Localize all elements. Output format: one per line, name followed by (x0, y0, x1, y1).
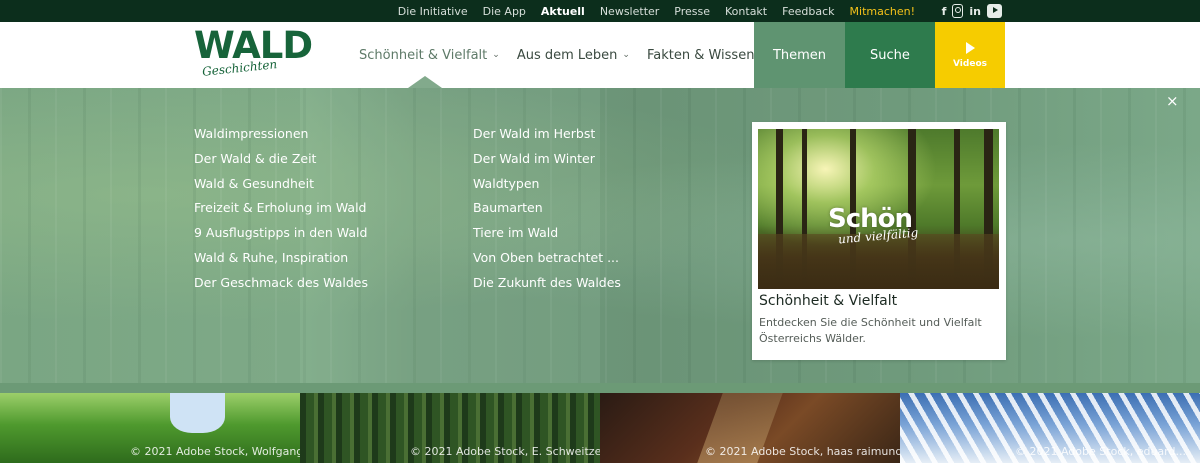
themen-button[interactable]: Themen (754, 22, 845, 88)
nav-label: Fakten & Wissen (646, 47, 755, 63)
utility-link-die-app[interactable]: Die App (483, 5, 526, 18)
mega-menu-bottom-edge (0, 383, 1200, 393)
image-tile-autumn-path[interactable]: © 2021 Adobe Stock, haas raimund (600, 393, 900, 463)
image-strip: © 2021 Adobe Stock, Wolfgang © 2021 Adob… (0, 393, 1200, 463)
utility-link-die-initiative[interactable]: Die Initiative (398, 5, 468, 18)
utility-link-aktuell[interactable]: Aktuell (541, 5, 585, 18)
image-credit: © 2021 Adobe Stock, Wolfgang (130, 445, 300, 458)
site-header: WALD Geschichten Schönheit & Vielfalt ⌄ … (0, 22, 1200, 88)
utility-nav: Die Initiative Die App Aktuell Newslette… (398, 0, 915, 22)
image-tile-green-forest[interactable]: © 2021 Adobe Stock, Wolfgang (0, 393, 300, 463)
menu-link-waldtypen[interactable]: Waldtypen (473, 176, 621, 201)
nav-schoenheit-vielfalt[interactable]: Schönheit & Vielfalt ⌄ (359, 48, 500, 63)
nav-aus-dem-leben[interactable]: Aus dem Leben ⌄ (517, 48, 630, 63)
image-tile-winter-forest[interactable]: © 2021 Adobe Stock, eduard... (900, 393, 1200, 463)
tile-sky (170, 393, 225, 433)
image-tile-dark-forest[interactable]: © 2021 Adobe Stock, E. Schweitzer (300, 393, 600, 463)
mega-menu-column-2: Der Wald im Herbst Der Wald im Winter Wa… (473, 126, 621, 300)
active-nav-pointer (408, 76, 442, 88)
site-logo[interactable]: WALD Geschichten (194, 24, 313, 85)
utility-link-mitmachen[interactable]: Mitmachen! (850, 5, 915, 18)
image-credit: © 2021 Adobe Stock, haas raimund (705, 445, 900, 458)
utility-link-kontakt[interactable]: Kontakt (725, 5, 767, 18)
linkedin-icon[interactable]: in (969, 4, 981, 18)
suche-button[interactable]: Suche (845, 22, 935, 88)
menu-link-winter[interactable]: Der Wald im Winter (473, 151, 621, 176)
menu-link-wald-zeit[interactable]: Der Wald & die Zeit (194, 151, 368, 176)
instagram-icon[interactable] (952, 4, 964, 18)
mega-menu-column-1: Waldimpressionen Der Wald & die Zeit Wal… (194, 126, 368, 300)
menu-link-wald-ruhe[interactable]: Wald & Ruhe, Inspiration (194, 250, 368, 275)
menu-link-baumarten[interactable]: Baumarten (473, 200, 621, 225)
menu-link-wald-gesundheit[interactable]: Wald & Gesundheit (194, 176, 368, 201)
feature-card[interactable]: Schön und vielfältig Schönheit & Vielfal… (752, 122, 1006, 360)
menu-link-freizeit-erholung[interactable]: Freizeit & Erholung im Wald (194, 200, 368, 225)
menu-link-herbst[interactable]: Der Wald im Herbst (473, 126, 621, 151)
menu-link-ausflugstipps[interactable]: 9 Ausflugstipps in den Wald (194, 225, 368, 250)
chevron-down-icon: ⌄ (492, 50, 500, 60)
videos-button[interactable]: Videos (935, 22, 1005, 88)
nav-label: Schönheit & Vielfalt (359, 47, 488, 63)
menu-link-geschmack[interactable]: Der Geschmack des Waldes (194, 275, 368, 300)
image-credit: © 2021 Adobe Stock, eduard... (1015, 445, 1186, 458)
menu-link-von-oben[interactable]: Von Oben betrachtet ... (473, 250, 621, 275)
videos-label: Videos (953, 58, 987, 69)
feature-card-description: Entdecken Sie die Schönheit und Vielfalt… (759, 316, 982, 345)
menu-link-zukunft[interactable]: Die Zukunft des Waldes (473, 275, 621, 300)
image-credit: © 2021 Adobe Stock, E. Schweitzer (410, 445, 600, 458)
feature-card-image[interactable]: Schön und vielfältig (758, 129, 999, 289)
utility-link-feedback[interactable]: Feedback (782, 5, 834, 18)
logo-wordmark: WALD (194, 24, 313, 67)
nav-fakten-wissen[interactable]: Fakten & Wissen ⌄ (647, 48, 767, 63)
utility-link-newsletter[interactable]: Newsletter (600, 5, 659, 18)
utility-link-presse[interactable]: Presse (674, 5, 710, 18)
social-links: f in (942, 0, 1002, 22)
top-utility-bar: Die Initiative Die App Aktuell Newslette… (0, 0, 1200, 22)
menu-link-waldimpressionen[interactable]: Waldimpressionen (194, 126, 368, 151)
chevron-down-icon: ⌄ (622, 50, 630, 60)
feature-card-title[interactable]: Schönheit & Vielfalt (759, 293, 897, 309)
youtube-icon[interactable] (987, 4, 1002, 18)
close-icon[interactable]: × (1166, 94, 1179, 109)
menu-link-tiere[interactable]: Tiere im Wald (473, 225, 621, 250)
nav-label: Aus dem Leben (516, 47, 618, 63)
facebook-icon[interactable]: f (942, 4, 947, 18)
play-icon (965, 41, 975, 54)
